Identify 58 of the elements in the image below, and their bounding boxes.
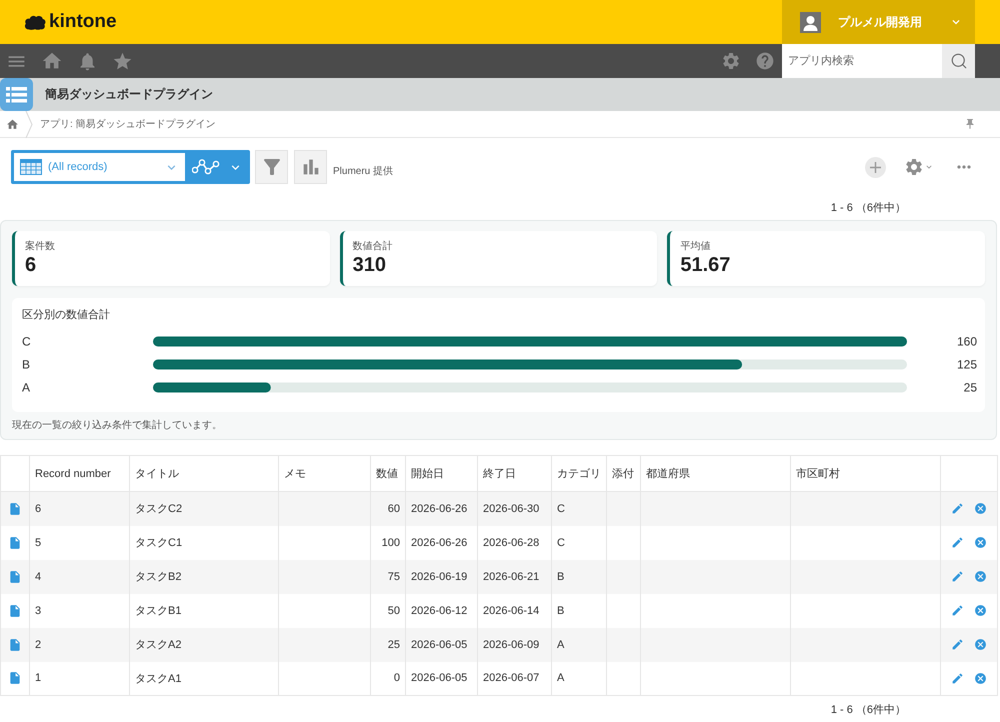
pencil-icon[interactable] [951, 536, 964, 549]
chevron-separator-icon [25, 110, 33, 138]
user-menu-button[interactable]: プルメル開発用 [782, 0, 975, 44]
search-button[interactable] [942, 44, 975, 78]
pencil-icon[interactable] [951, 570, 964, 583]
table-cell: 2026-06-07 [478, 662, 552, 696]
document-icon[interactable] [8, 671, 22, 686]
chart-title: 区分別の数値合計 [22, 308, 111, 322]
settings-icon[interactable] [721, 51, 741, 71]
view-select[interactable]: (All records) [14, 153, 185, 181]
document-icon[interactable] [8, 638, 22, 652]
table-cell: 2026-06-05 [406, 662, 478, 696]
value-label: 125 [956, 358, 977, 372]
value-label: 160 [956, 334, 977, 348]
stat-label: 数値合計 [352, 240, 394, 253]
table-cell: 0 [370, 662, 406, 696]
avatar-icon [800, 12, 821, 32]
table-cell: A [552, 662, 606, 696]
line-chart-icon [192, 159, 220, 175]
filter-button[interactable] [255, 150, 288, 184]
table-cell: タスクA1 [130, 662, 278, 696]
search-field[interactable]: アプリ内検索 [782, 44, 942, 78]
category-label: A [22, 380, 30, 394]
breadcrumb-text: アプリ: 簡易ダッシュボードプラグイン [40, 118, 216, 131]
category-label: B [22, 358, 30, 372]
search-icon [950, 52, 968, 70]
app-list-icon [0, 78, 33, 111]
chart-button[interactable] [294, 150, 327, 184]
note-text: 現在の一覧の絞り込み条件で集計しています。 [12, 419, 223, 432]
cloud-logo-icon[interactable] [24, 14, 46, 30]
document-icon[interactable] [8, 536, 22, 550]
document-icon[interactable] [8, 604, 22, 618]
pencil-icon[interactable] [951, 604, 964, 617]
help-icon[interactable] [755, 51, 775, 71]
document-icon[interactable] [8, 570, 22, 584]
value-label: 25 [964, 380, 977, 394]
pencil-icon[interactable] [951, 672, 964, 685]
plus-icon[interactable] [865, 156, 886, 178]
table-cell: 1 [30, 662, 130, 696]
pin-icon[interactable] [964, 118, 976, 130]
stat-label: 案件数 [25, 240, 56, 253]
pager-text: 1 - 6 （6件中） [830, 201, 906, 216]
stat-value: 6 [25, 253, 38, 277]
category-label: C [22, 334, 31, 348]
star-icon[interactable] [112, 50, 133, 72]
credit-text: Plumeru 提供 [333, 165, 394, 178]
pencil-icon[interactable] [951, 502, 964, 516]
pager-text: 1 - 6 （6件中） [830, 703, 906, 718]
logo-text[interactable]: kintone [49, 11, 117, 33]
app-title: 簡易ダッシュボードプラグイン [45, 86, 213, 103]
pencil-icon[interactable] [951, 638, 964, 651]
home-icon[interactable] [6, 118, 19, 130]
stat-value: 51.67 [680, 253, 732, 277]
document-icon[interactable] [8, 502, 22, 516]
table-icon [20, 159, 42, 175]
stat-label: 平均値 [680, 240, 712, 253]
stat-value: 310 [352, 253, 388, 277]
settings-icon[interactable] [904, 157, 924, 177]
